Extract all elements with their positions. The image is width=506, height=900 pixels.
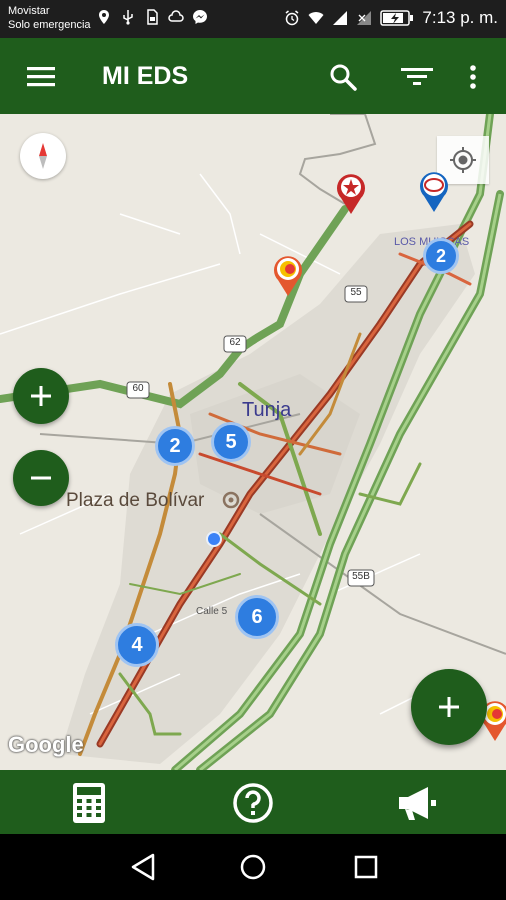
road-label: 55B: [352, 571, 370, 582]
plus-icon: [31, 386, 51, 406]
recents-icon[interactable]: [349, 850, 383, 884]
signal-icon: [333, 11, 348, 25]
place-marker-icon: [222, 491, 240, 509]
carrier-info: Movistar Solo emergencia: [8, 4, 91, 32]
search-icon[interactable]: [326, 60, 360, 94]
app-title: MI EDS: [102, 62, 189, 90]
more-vert-icon[interactable]: [456, 60, 490, 94]
alarm-icon: [285, 10, 299, 26]
calculator-icon[interactable]: [68, 782, 110, 824]
zoom-out-button[interactable]: [13, 450, 69, 506]
road-label: 55: [350, 287, 362, 298]
google-logo: Google: [8, 732, 84, 757]
notification-icons: [96, 9, 208, 25]
messenger-icon: [193, 10, 207, 24]
usb-icon: [123, 10, 133, 25]
station-cluster[interactable]: 2: [155, 426, 195, 466]
system-nav-bar: [0, 834, 506, 900]
minus-icon: [31, 476, 51, 480]
wifi-icon: [308, 12, 324, 24]
compass-button[interactable]: [20, 133, 66, 179]
esso-pin-icon[interactable]: [416, 168, 452, 214]
compass-icon: [39, 143, 47, 169]
station-cluster[interactable]: 5: [211, 422, 251, 462]
carrier-name: Movistar: [8, 5, 50, 17]
texaco-pin-icon[interactable]: [333, 170, 369, 216]
road-label: 60: [132, 383, 144, 394]
station-cluster[interactable]: 2: [423, 238, 459, 274]
place-label: Plaza de Bolívar: [66, 490, 205, 511]
status-bar: Movistar Solo emergencia 7:13 p. m.: [0, 0, 506, 38]
station-cluster[interactable]: 4: [115, 623, 159, 667]
street-label: Calle 5: [196, 606, 228, 617]
clock: 7:13 p. m.: [422, 8, 498, 27]
map-view[interactable]: 55 62 60 55B Tunja Plaza de Bolívar LOS …: [0, 114, 506, 770]
station-pin-icon[interactable]: [270, 252, 306, 298]
system-icons: 7:13 p. m.: [284, 8, 498, 28]
location-icon: [99, 10, 109, 24]
home-icon[interactable]: [236, 850, 270, 884]
app-toolbar: MI EDS: [0, 38, 506, 114]
city-label: Tunja: [242, 399, 292, 421]
sim-icon: [147, 9, 158, 25]
bottom-bar: [0, 770, 506, 834]
battery-charging-icon: [380, 10, 414, 26]
carrier-status: Solo emergencia: [8, 19, 91, 31]
back-icon[interactable]: [126, 850, 160, 884]
station-cluster[interactable]: 6: [235, 595, 279, 639]
menu-icon[interactable]: [24, 60, 58, 94]
plus-icon: [439, 697, 459, 717]
filter-icon[interactable]: [400, 60, 434, 94]
cloud-icon: [168, 10, 184, 22]
zoom-in-button[interactable]: [13, 368, 69, 424]
signal-icon: [357, 11, 372, 25]
help-icon[interactable]: [232, 782, 274, 824]
add-station-fab[interactable]: [411, 669, 487, 745]
road-label: 62: [229, 337, 241, 348]
megaphone-icon[interactable]: [396, 782, 438, 824]
